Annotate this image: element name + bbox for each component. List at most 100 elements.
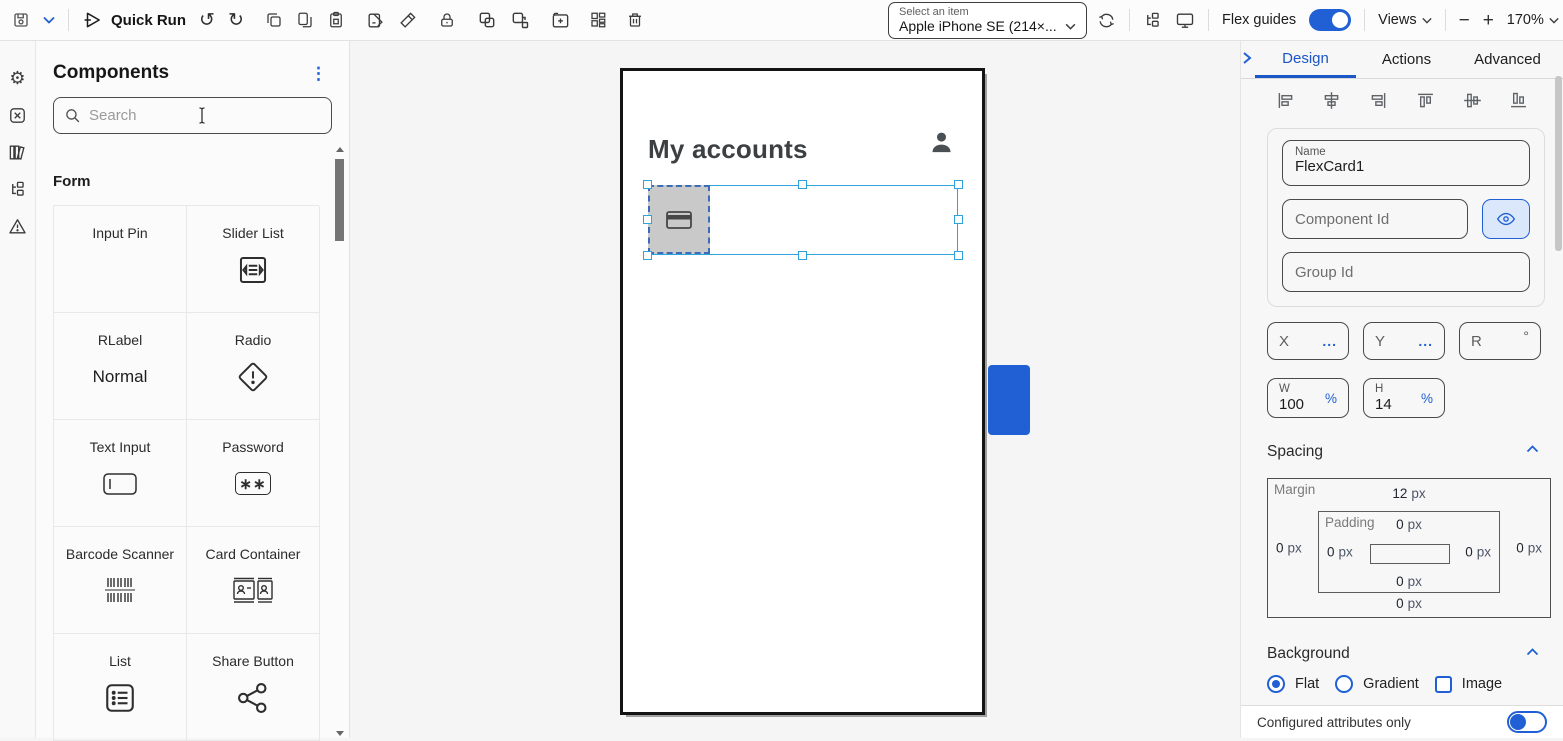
margin-diagram[interactable]: Margin 12px 0px 0px 0px Padding 0px 0px …	[1267, 478, 1551, 618]
copy-button[interactable]	[265, 11, 283, 29]
visibility-button[interactable]	[1482, 199, 1530, 239]
align-center-horizontal-button[interactable]	[1321, 88, 1343, 112]
device-frame[interactable]: My accounts	[620, 68, 985, 715]
brush-button[interactable]	[398, 11, 417, 30]
paste-button[interactable]	[327, 11, 345, 29]
resize-handle-top-right[interactable]	[954, 180, 963, 189]
add-frame-button[interactable]	[551, 11, 570, 30]
spacing-collapse-button[interactable]	[1526, 445, 1539, 453]
rail-warnings-button[interactable]	[7, 215, 29, 237]
image-checkbox[interactable]	[1435, 676, 1452, 693]
margin-right-value[interactable]: 0px	[1516, 541, 1542, 556]
canvas-blue-handle[interactable]	[988, 365, 1030, 435]
flex-guides-toggle[interactable]	[1309, 9, 1351, 31]
configured-attributes-toggle[interactable]	[1507, 711, 1547, 733]
components-menu-button[interactable]: ⋮	[310, 64, 327, 84]
rotation-field[interactable]: R °	[1459, 322, 1541, 360]
components-scrollbar[interactable]	[335, 147, 344, 736]
padding-right-value[interactable]: 0px	[1465, 545, 1491, 560]
component-item-password[interactable]: Password ∗∗	[187, 420, 320, 527]
scroll-up-icon[interactable]	[336, 147, 344, 152]
resize-handle-middle-left[interactable]	[643, 215, 652, 224]
tab-actions[interactable]: Actions	[1356, 41, 1457, 78]
component-item-share-button[interactable]: Share Button	[187, 634, 320, 741]
align-bottom-button[interactable]	[1508, 88, 1530, 112]
margin-top-value[interactable]: 12px	[1392, 486, 1425, 501]
width-field[interactable]: W 100 %	[1267, 378, 1349, 418]
resize-handle-middle-right[interactable]	[954, 215, 963, 224]
padding-bottom-value[interactable]: 0px	[1396, 574, 1422, 589]
background-collapse-button[interactable]	[1526, 648, 1539, 656]
component-id-input[interactable]	[1295, 211, 1455, 228]
components-search[interactable]	[53, 97, 332, 134]
align-top-button[interactable]	[1414, 88, 1436, 112]
save-button[interactable]	[12, 11, 30, 29]
layout-button[interactable]	[589, 11, 607, 29]
group-id-input[interactable]	[1295, 264, 1517, 281]
resize-handle-top-middle[interactable]	[798, 180, 807, 189]
redo-button[interactable]: ↻	[228, 11, 244, 30]
margin-left-value[interactable]: 0px	[1276, 541, 1302, 556]
design-canvas[interactable]: My accounts	[350, 41, 1240, 738]
height-field[interactable]: H 14 %	[1363, 378, 1445, 418]
gradient-radio[interactable]	[1335, 675, 1353, 693]
preview-button[interactable]	[1175, 11, 1195, 30]
views-dropdown[interactable]: Views	[1378, 12, 1431, 28]
quick-run-label[interactable]: Quick Run	[111, 12, 186, 29]
resize-handle-bottom-right[interactable]	[954, 251, 963, 260]
device-select[interactable]: Select an item Apple iPhone SE (214×...	[888, 2, 1087, 39]
component-item-barcode-scanner[interactable]: Barcode Scanner	[54, 527, 187, 634]
rail-library-button[interactable]	[7, 141, 29, 163]
component-item-slider-list[interactable]: Slider List	[187, 206, 320, 313]
component-item-rlabel[interactable]: RLabel Normal	[54, 313, 187, 420]
ungroup-button[interactable]	[510, 10, 530, 30]
y-field[interactable]: Y ...	[1363, 322, 1445, 360]
x-field[interactable]: X ...	[1267, 322, 1349, 360]
group-button[interactable]	[477, 10, 497, 30]
save-menu-button[interactable]	[43, 16, 55, 24]
component-item-radio[interactable]: Radio	[187, 313, 320, 420]
person-icon[interactable]	[928, 129, 955, 156]
align-right-button[interactable]	[1368, 88, 1390, 112]
rail-outline-button[interactable]	[7, 178, 29, 200]
inspector-scrollbar[interactable]	[1555, 76, 1562, 251]
padding-diagram[interactable]: Padding 0px 0px 0px 0px	[1318, 511, 1500, 593]
duplicate-button[interactable]	[296, 11, 314, 29]
resize-handle-bottom-middle[interactable]	[798, 251, 807, 260]
flexcard-image-placeholder[interactable]	[648, 185, 710, 254]
name-field[interactable]: Name	[1282, 140, 1530, 186]
screen-title[interactable]: My accounts	[648, 134, 808, 165]
resize-handle-bottom-left[interactable]	[643, 251, 652, 260]
tab-advanced[interactable]: Advanced	[1457, 41, 1558, 78]
zoom-level-dropdown[interactable]: 170%	[1507, 12, 1559, 28]
component-item-text-input[interactable]: Text Input	[54, 420, 187, 527]
padding-left-value[interactable]: 0px	[1327, 545, 1353, 560]
styles-button[interactable]	[366, 11, 385, 30]
scroll-down-icon[interactable]	[336, 731, 344, 736]
undo-button[interactable]: ↺	[199, 11, 215, 30]
name-input[interactable]	[1295, 158, 1517, 175]
tab-design[interactable]: Design	[1255, 41, 1356, 78]
group-id-field[interactable]	[1282, 252, 1530, 292]
delete-button[interactable]	[626, 11, 644, 29]
padding-top-value[interactable]: 0px	[1396, 517, 1422, 532]
refresh-button[interactable]	[1097, 11, 1116, 30]
align-left-button[interactable]	[1274, 88, 1296, 112]
component-id-field[interactable]	[1282, 199, 1468, 239]
rail-components-button[interactable]	[7, 104, 29, 126]
selected-flexcard[interactable]	[648, 185, 958, 255]
quick-run-button[interactable]	[82, 10, 103, 30]
component-item-list[interactable]: List	[54, 634, 187, 741]
margin-bottom-value[interactable]: 0px	[1396, 596, 1422, 611]
zoom-in-button[interactable]: +	[1483, 11, 1494, 30]
flat-radio[interactable]	[1267, 675, 1285, 693]
component-item-input-pin[interactable]: Input Pin	[54, 206, 187, 313]
lock-button[interactable]	[438, 11, 456, 29]
outline-view-button[interactable]	[1143, 11, 1162, 30]
component-item-card-container[interactable]: Card Container	[187, 527, 320, 634]
resize-handle-top-left[interactable]	[643, 180, 652, 189]
search-input[interactable]	[89, 107, 189, 124]
rail-settings-button[interactable]: ⚙	[7, 67, 29, 89]
align-center-vertical-button[interactable]	[1461, 88, 1483, 112]
zoom-out-button[interactable]: −	[1459, 11, 1470, 30]
